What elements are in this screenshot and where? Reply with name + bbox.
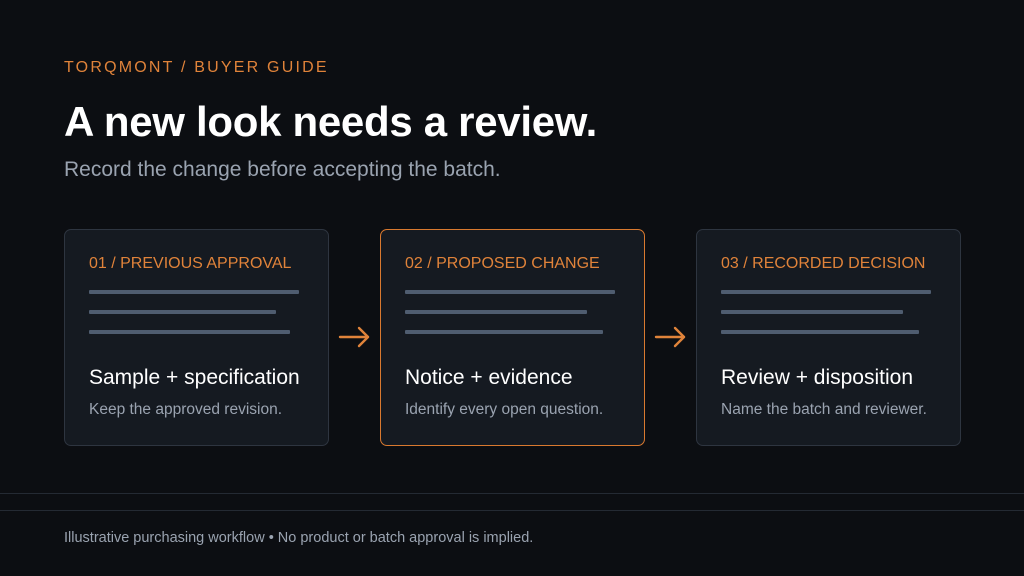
arrow-right-icon xyxy=(654,326,686,348)
step-card-previous-approval: 01 / PREVIOUS APPROVAL Sample + specific… xyxy=(64,229,329,446)
slide: TORQMONT / BUYER GUIDE A new look needs … xyxy=(0,0,1024,576)
footer-note: Illustrative purchasing workflow • No pr… xyxy=(64,530,534,546)
placeholder-line xyxy=(721,330,919,334)
placeholder-line xyxy=(721,310,903,314)
page-subtitle: Record the change before accepting the b… xyxy=(64,158,501,181)
step-description: Identify every open question. xyxy=(405,401,604,418)
eyebrow-label: TORQMONT / BUYER GUIDE xyxy=(64,59,329,76)
placeholder-line xyxy=(405,310,587,314)
step-title: Review + disposition xyxy=(721,366,914,389)
step-card-proposed-change: 02 / PROPOSED CHANGE Notice + evidence I… xyxy=(380,229,645,446)
step-description: Keep the approved revision. xyxy=(89,401,283,418)
placeholder-line xyxy=(89,310,276,314)
placeholder-line xyxy=(721,290,931,294)
arrow-right-icon xyxy=(338,326,370,348)
step-label: 02 / PROPOSED CHANGE xyxy=(405,255,600,272)
placeholder-line xyxy=(89,290,299,294)
divider xyxy=(0,510,1024,511)
step-label: 01 / PREVIOUS APPROVAL xyxy=(89,255,292,272)
placeholder-line xyxy=(405,290,615,294)
step-title: Sample + specification xyxy=(89,366,300,389)
step-description: Name the batch and reviewer. xyxy=(721,401,927,418)
step-card-recorded-decision: 03 / RECORDED DECISION Review + disposit… xyxy=(696,229,961,446)
step-label: 03 / RECORDED DECISION xyxy=(721,255,926,272)
placeholder-line xyxy=(89,330,290,334)
page-title: A new look needs a review. xyxy=(64,98,597,145)
step-title: Notice + evidence xyxy=(405,366,573,389)
divider xyxy=(0,493,1024,494)
placeholder-line xyxy=(405,330,603,334)
